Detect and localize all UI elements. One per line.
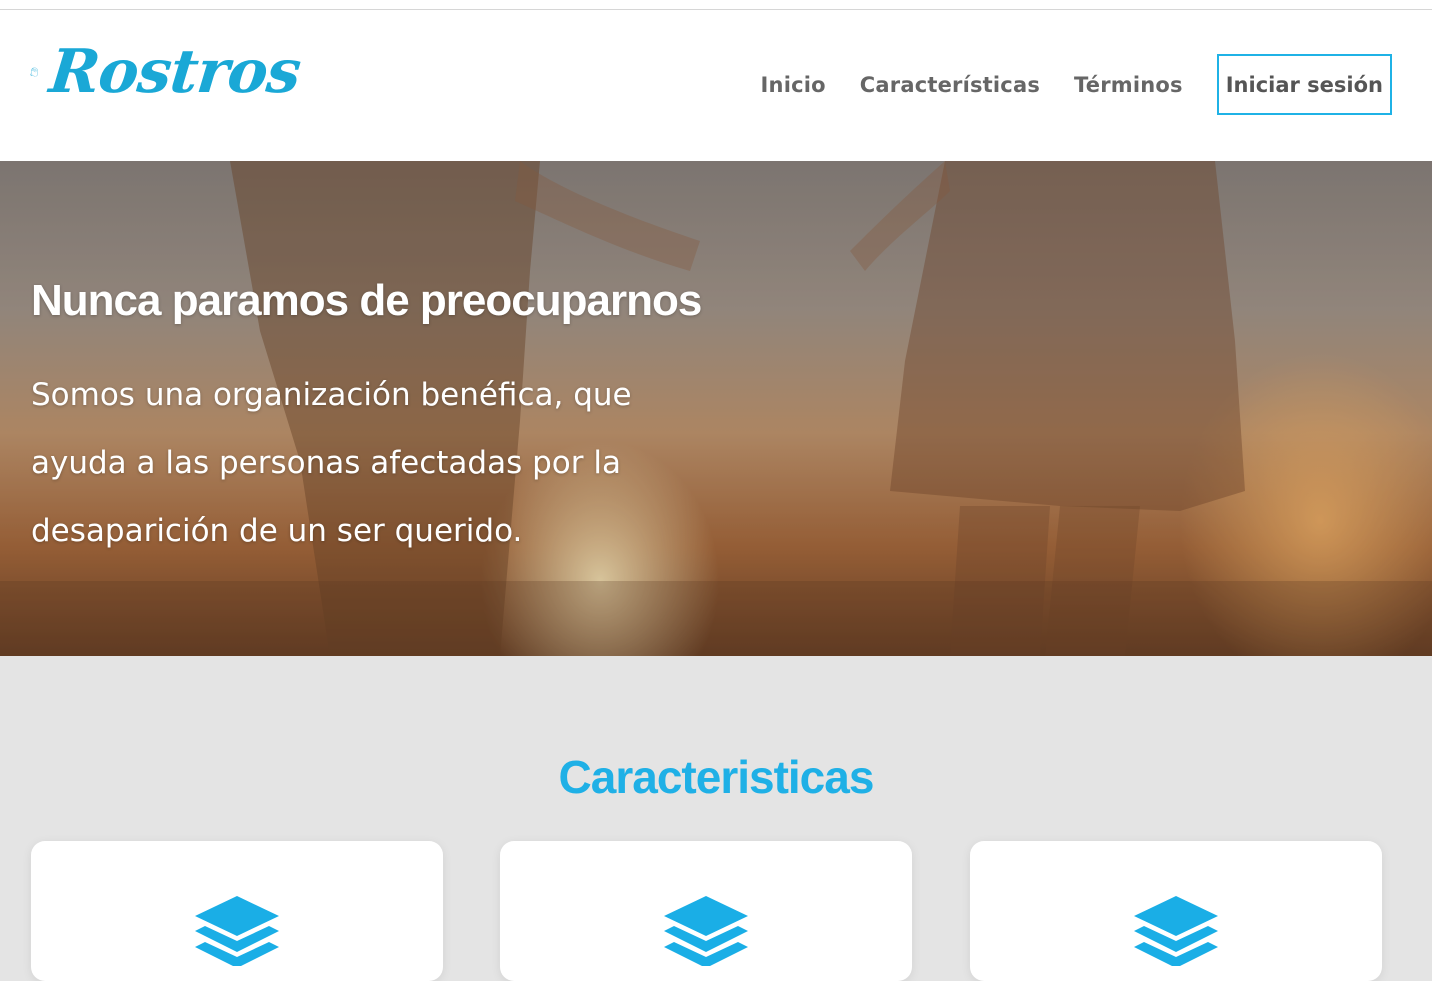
- hero-title: Nunca paramos de preocuparnos: [31, 276, 702, 325]
- nav-item-caracteristicas[interactable]: Características: [860, 73, 1040, 97]
- feature-card: [31, 841, 443, 981]
- main-nav: Inicio Características Términos Iniciar …: [727, 54, 1392, 115]
- top-border: [0, 0, 1432, 10]
- woman-profile-icon: [30, 67, 38, 77]
- feature-card: [500, 841, 912, 981]
- nav-item-terminos[interactable]: Términos: [1074, 73, 1183, 97]
- feature-card: [970, 841, 1382, 981]
- hero-description: Somos una organización benéfica, que ayu…: [31, 377, 632, 549]
- features-title: Caracteristicas: [558, 751, 875, 803]
- brand-logo[interactable]: Rostros: [30, 22, 304, 122]
- brand-name: Rostros: [46, 37, 304, 107]
- login-button[interactable]: Iniciar sesión: [1216, 54, 1392, 115]
- nav-item-inicio[interactable]: Inicio: [761, 73, 826, 97]
- hero-banner: Nunca paramos de preocuparnos Somos una …: [0, 161, 1432, 656]
- site-header: Rostros Inicio Características Términos …: [0, 10, 1432, 161]
